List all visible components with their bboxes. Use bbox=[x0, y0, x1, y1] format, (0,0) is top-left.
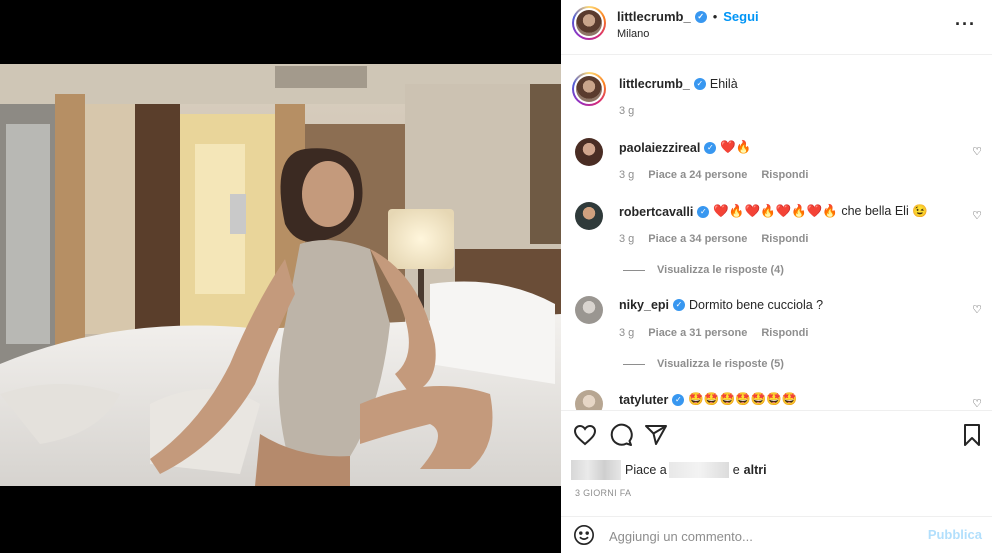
comment-time: 3 g bbox=[619, 327, 635, 339]
avatar-image bbox=[576, 76, 602, 102]
comment-likes-link[interactable]: Piace a 24 persone bbox=[648, 169, 747, 181]
comment-text: Dormito bene cucciola ? bbox=[689, 298, 824, 312]
author-username[interactable]: littlecrumb_ bbox=[617, 9, 691, 24]
liker-avatars-blurred bbox=[571, 460, 621, 480]
likes-prefix: Piace a bbox=[625, 463, 667, 477]
likes-others-link[interactable]: altri bbox=[744, 463, 767, 477]
author-line: littlecrumb_ ✓ • Segui bbox=[617, 9, 759, 24]
separator-dot: • bbox=[712, 9, 718, 24]
comment-like-heart-icon[interactable]: ♡ bbox=[972, 145, 982, 158]
like-heart-icon[interactable] bbox=[573, 423, 597, 447]
caption-meta: 3 g bbox=[619, 105, 634, 117]
comment-text: ❤️🔥 bbox=[720, 140, 752, 154]
publish-button[interactable]: Pubblica bbox=[928, 527, 982, 542]
comment-meta: 3 g Piace a 31 persone Rispondi bbox=[619, 327, 808, 339]
commenter-avatar[interactable] bbox=[575, 202, 603, 230]
author-avatar[interactable] bbox=[572, 6, 606, 40]
comment-bubble-icon[interactable] bbox=[609, 423, 633, 447]
comment-username[interactable]: niky_epi bbox=[619, 298, 669, 312]
view-replies-label: Visualizza le risposte (5) bbox=[657, 358, 784, 370]
comment-time: 3 g bbox=[619, 169, 635, 181]
comment-like-heart-icon[interactable]: ♡ bbox=[972, 209, 982, 222]
caption-text-line: littlecrumb_ ✓ Ehilà bbox=[619, 77, 738, 91]
view-replies-button[interactable]: Visualizza le risposte (5) bbox=[623, 358, 784, 370]
liker-name-blurred bbox=[668, 462, 729, 478]
reply-button[interactable]: Rispondi bbox=[761, 327, 808, 339]
comment-meta: 3 g Piace a 34 persone Rispondi bbox=[619, 233, 808, 245]
comment-time: 3 g bbox=[619, 233, 635, 245]
post-header: littlecrumb_ ✓ • Segui Milano ··· bbox=[561, 0, 992, 55]
avatar-image bbox=[576, 10, 602, 36]
comment-text: 🤩🤩🤩🤩🤩🤩🤩 bbox=[688, 392, 798, 406]
comment-like-heart-icon[interactable]: ♡ bbox=[972, 397, 982, 410]
caption-text: Ehilà bbox=[709, 77, 738, 91]
post-location[interactable]: Milano bbox=[617, 28, 649, 40]
comment-composer: Pubblica bbox=[561, 516, 992, 553]
bookmark-save-icon[interactable] bbox=[960, 423, 984, 447]
verified-badge-icon: ✓ bbox=[693, 78, 706, 90]
post-media bbox=[0, 0, 561, 553]
comment-input[interactable] bbox=[609, 526, 909, 546]
comment-text-line: niky_epi ✓ Dormito bene cucciola ? bbox=[619, 298, 823, 312]
commenter-avatar[interactable] bbox=[575, 390, 603, 410]
commenter-avatar[interactable] bbox=[575, 138, 603, 166]
comment-text-line: paolaiezzireal ✓ ❤️🔥 bbox=[619, 140, 751, 155]
caption-username[interactable]: littlecrumb_ bbox=[619, 77, 690, 91]
verified-badge-icon: ✓ bbox=[694, 10, 707, 23]
comment-like-heart-icon[interactable]: ♡ bbox=[972, 303, 982, 316]
comment-text-line: tatyluter ✓ 🤩🤩🤩🤩🤩🤩🤩 bbox=[619, 392, 797, 407]
view-replies-label: Visualizza le risposte (4) bbox=[657, 264, 784, 276]
emoji-smiley-icon[interactable] bbox=[573, 524, 595, 546]
comments-list[interactable]: littlecrumb_ ✓ Ehilà 3 g paolaiezzireal … bbox=[561, 56, 992, 410]
comment-text-line: robertcavalli ✓ ❤️🔥❤️🔥❤️🔥❤️🔥 che bella E… bbox=[619, 204, 928, 219]
verified-badge-icon: ✓ bbox=[704, 141, 717, 154]
comment-username[interactable]: robertcavalli bbox=[619, 205, 693, 219]
reply-button[interactable]: Rispondi bbox=[761, 233, 808, 245]
caption-time: 3 g bbox=[619, 105, 635, 117]
post-photo[interactable] bbox=[0, 64, 561, 486]
comment-username[interactable]: tatyluter bbox=[619, 393, 668, 407]
comment-likes-link[interactable]: Piace a 31 persone bbox=[648, 327, 747, 339]
post-panel: littlecrumb_ ✓ • Segui Milano ··· little… bbox=[561, 0, 992, 553]
reply-button[interactable]: Rispondi bbox=[761, 169, 808, 181]
follow-button[interactable]: Segui bbox=[723, 9, 758, 24]
caption-avatar[interactable] bbox=[572, 72, 606, 106]
verified-badge-icon: ✓ bbox=[673, 299, 686, 311]
comment-likes-link[interactable]: Piace a 34 persone bbox=[648, 233, 747, 245]
post-actions-bar bbox=[561, 410, 992, 458]
verified-badge-icon: ✓ bbox=[672, 393, 685, 406]
comment-username[interactable]: paolaiezzireal bbox=[619, 141, 700, 155]
more-horizontal-icon[interactable]: ··· bbox=[955, 14, 976, 35]
comment-meta: 3 g Piace a 24 persone Rispondi bbox=[619, 169, 808, 181]
verified-badge-icon: ✓ bbox=[697, 205, 710, 218]
replies-divider bbox=[623, 363, 645, 365]
replies-divider bbox=[623, 269, 645, 271]
view-replies-button[interactable]: Visualizza le risposte (4) bbox=[623, 264, 784, 276]
likes-summary[interactable]: Piace a e altri bbox=[571, 460, 767, 480]
post-date[interactable]: 3 GIORNI FA bbox=[575, 488, 631, 498]
comment-text: ❤️🔥❤️🔥❤️🔥❤️🔥 che bella Eli 😉 bbox=[713, 204, 928, 218]
likes-suffix: e bbox=[732, 463, 740, 477]
commenter-avatar[interactable] bbox=[575, 296, 603, 324]
photo-illustration bbox=[0, 64, 561, 486]
share-send-icon[interactable] bbox=[644, 423, 668, 447]
